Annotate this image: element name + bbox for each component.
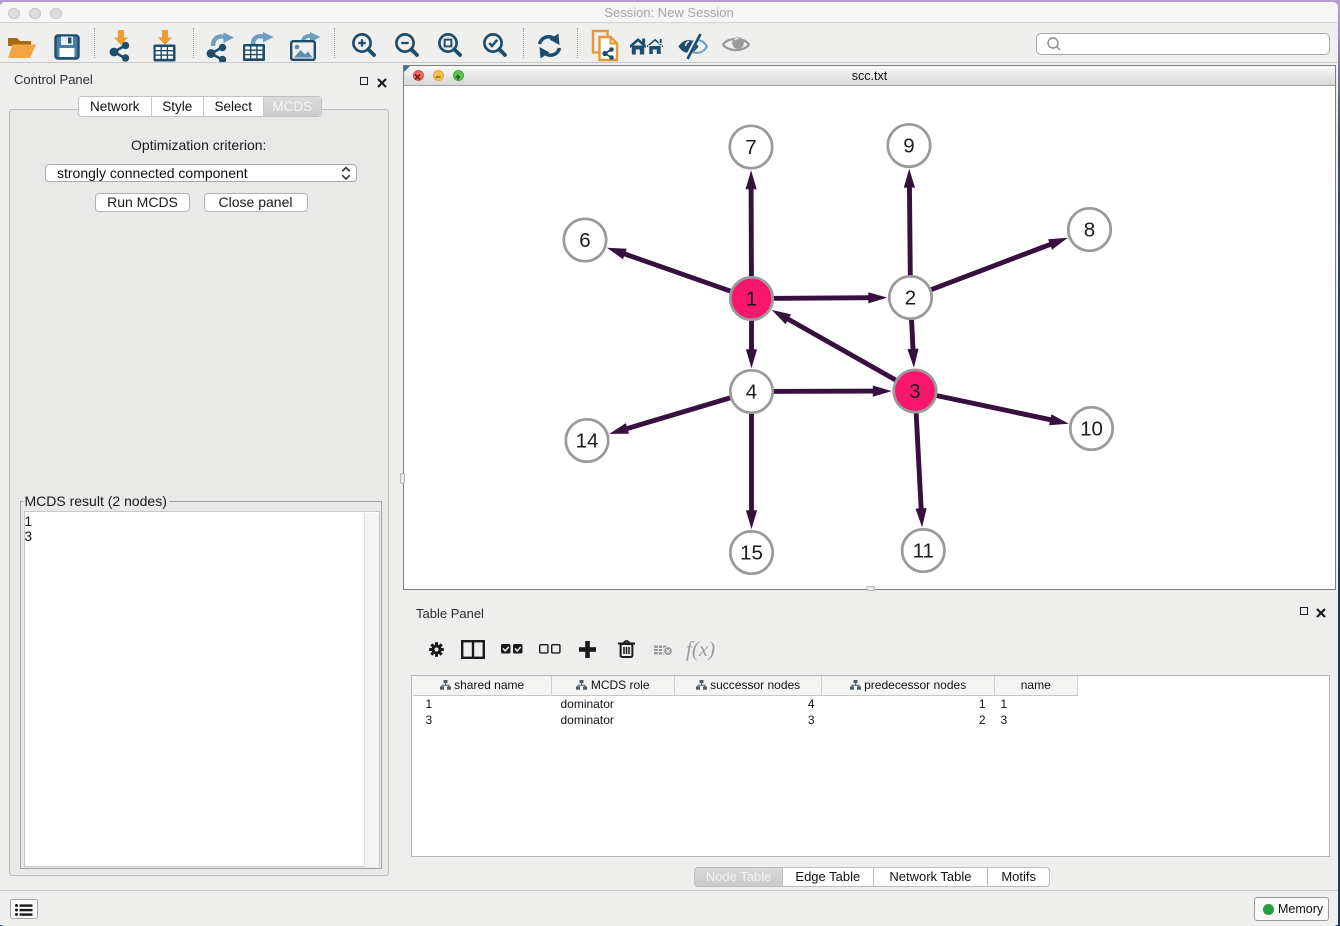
svg-text:9: 9 xyxy=(903,134,914,157)
svg-text:6: 6 xyxy=(579,229,590,252)
svg-text:4: 4 xyxy=(745,380,756,403)
svg-text:3: 3 xyxy=(909,380,920,403)
svg-text:8: 8 xyxy=(1083,218,1094,241)
svg-text:14: 14 xyxy=(575,429,598,452)
svg-text:11: 11 xyxy=(912,539,933,562)
svg-text:1: 1 xyxy=(745,287,756,310)
svg-text:2: 2 xyxy=(904,286,915,309)
svg-text:15: 15 xyxy=(740,541,763,564)
svg-text:10: 10 xyxy=(1080,417,1103,440)
svg-text:7: 7 xyxy=(745,136,756,159)
